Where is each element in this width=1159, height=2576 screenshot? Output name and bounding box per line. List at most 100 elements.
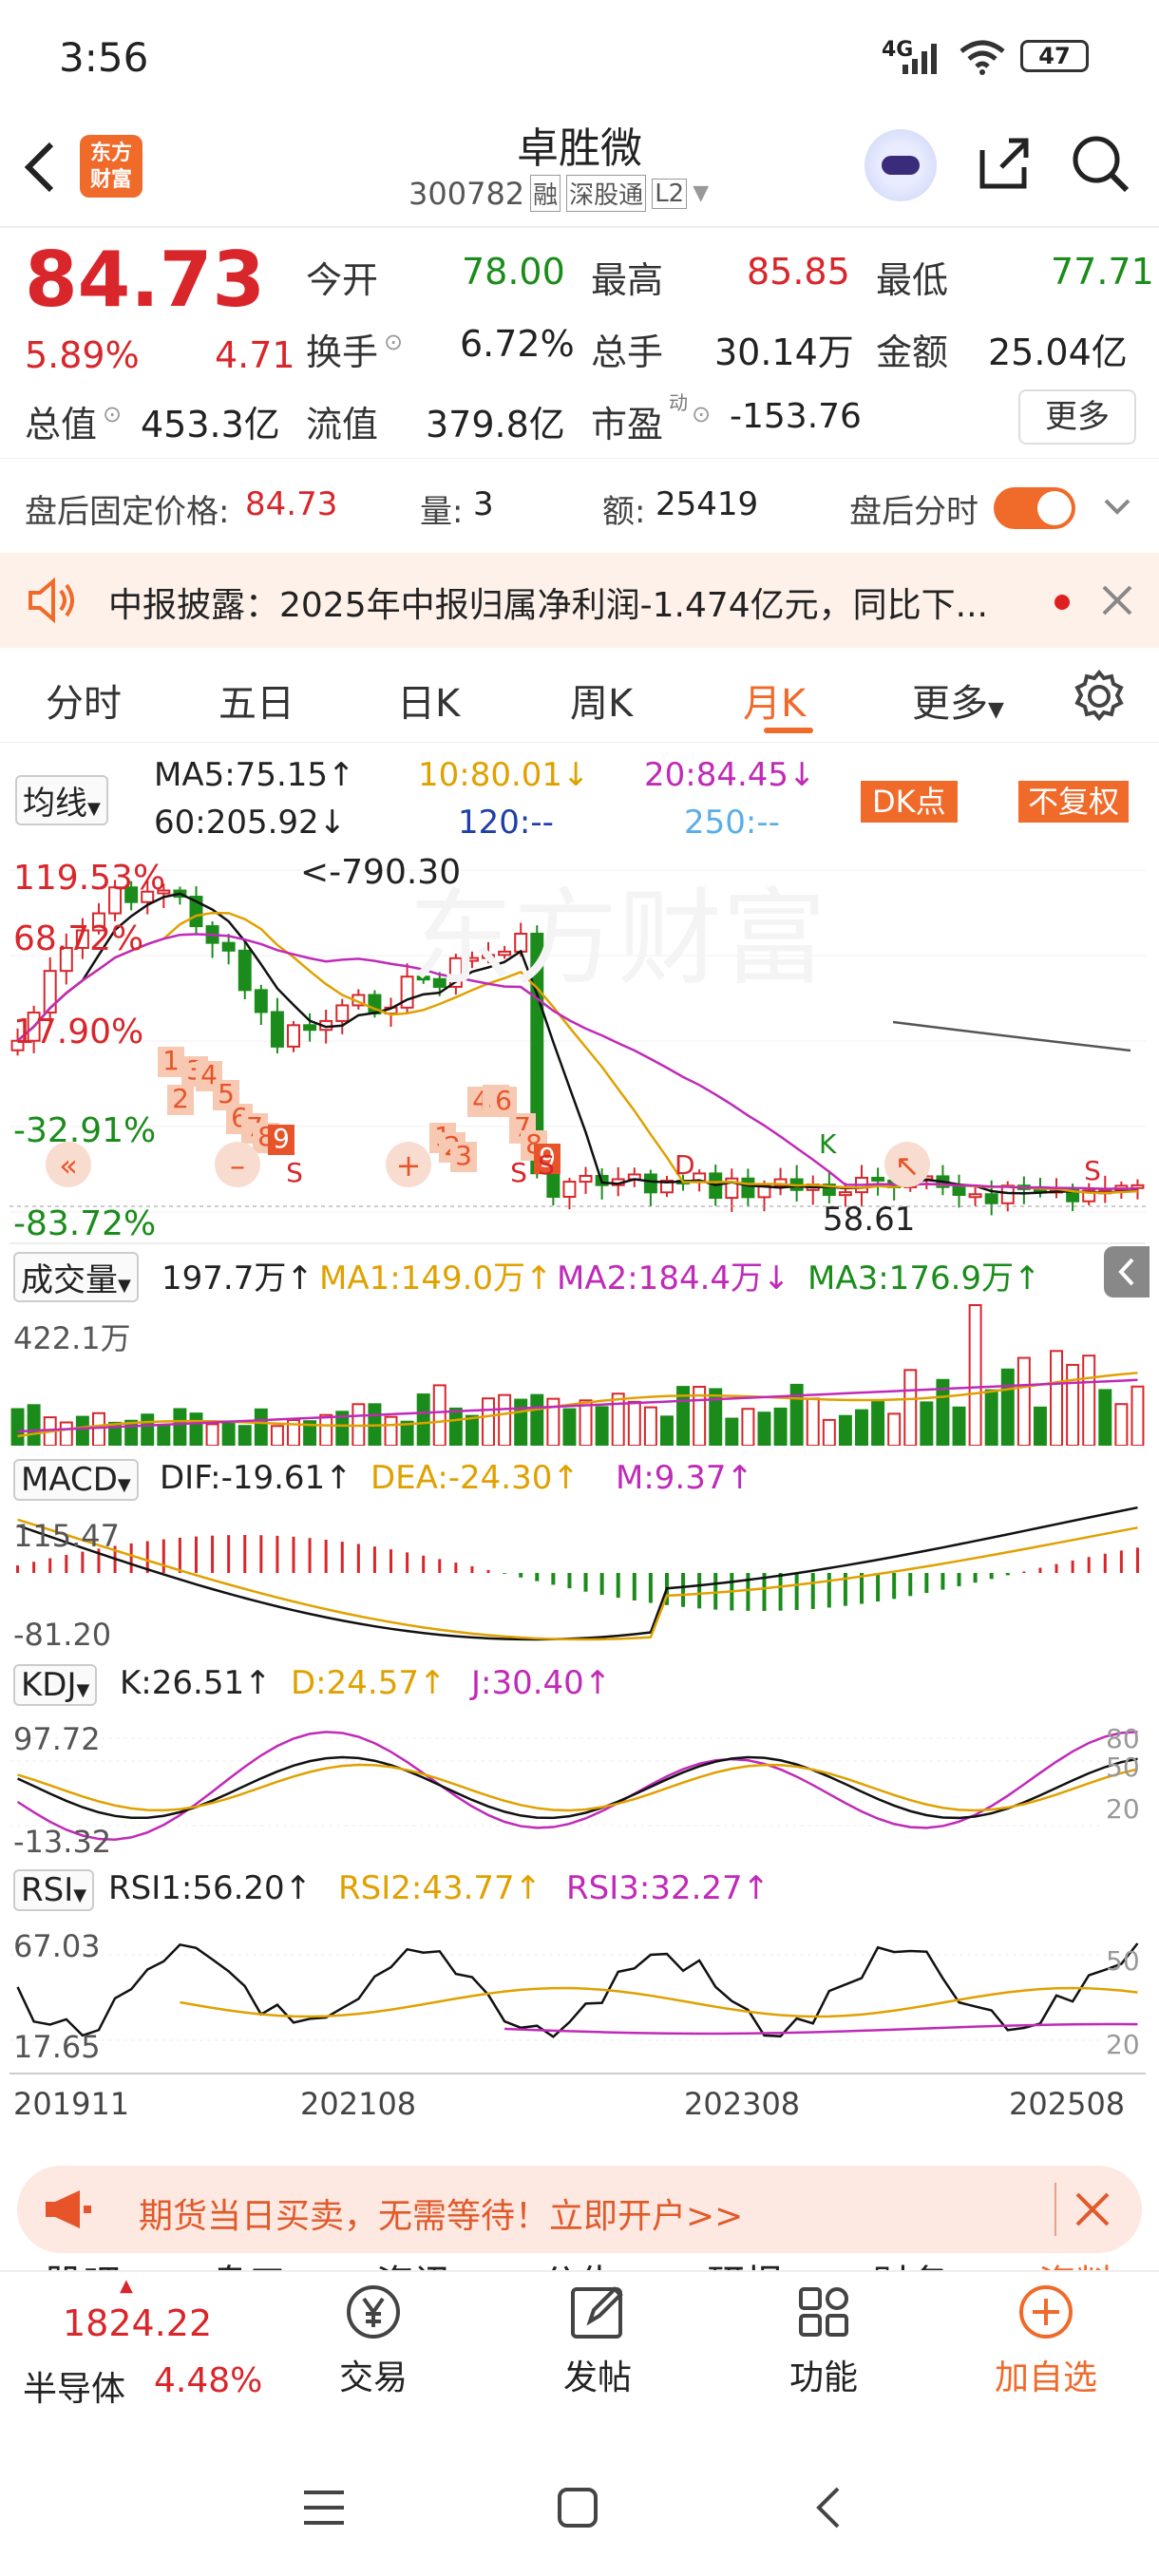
- ah-price: 84.73: [245, 485, 338, 523]
- after-hours-toggle[interactable]: [994, 487, 1075, 529]
- add-watchlist-button[interactable]: 加自选: [984, 2272, 1108, 2443]
- volume-bar: [448, 1407, 463, 1446]
- macd-selector[interactable]: MACD▼: [13, 1459, 139, 1501]
- rsi-bottom-label: 17.65: [13, 2029, 101, 2065]
- change-value: 4.71: [215, 334, 295, 376]
- chevron-down-icon[interactable]: ▼: [693, 181, 709, 205]
- info-icon[interactable]: ⊙: [692, 401, 711, 427]
- menu-icon[interactable]: [302, 2489, 346, 2530]
- sector-index[interactable]: ▲ 1824.22 半导体 4.48%: [0, 2272, 276, 2443]
- search-icon[interactable]: [1070, 133, 1130, 198]
- info-icon[interactable]: ⊙: [384, 329, 403, 355]
- volume-bar: [384, 1415, 398, 1446]
- back-nav-icon[interactable]: [813, 2485, 842, 2534]
- margin-tag: 融: [530, 175, 561, 212]
- volume-bar: [1114, 1403, 1129, 1446]
- sector-index-value: 1824.22: [63, 2302, 213, 2344]
- volume-bar: [1098, 1389, 1112, 1446]
- tab-five-day[interactable]: 五日: [218, 672, 294, 728]
- kdj-20-label: 20: [1106, 1793, 1140, 1825]
- tab-more[interactable]: 更多▼: [912, 672, 1004, 728]
- volume-bar: [773, 1407, 788, 1446]
- battery-icon: 47: [1020, 40, 1089, 72]
- close-icon[interactable]: [1098, 581, 1136, 623]
- macd-selector-label: MACD: [21, 1461, 118, 1499]
- ah-amt: 25419: [656, 485, 759, 523]
- pe-value: -153.76: [730, 397, 862, 436]
- kdj-selector[interactable]: KDJ▼: [13, 1664, 98, 1706]
- l2-tag: L2: [652, 178, 688, 209]
- volume-bar: [984, 1389, 998, 1446]
- volume-bar: [482, 1397, 496, 1446]
- close-icon[interactable]: [1074, 2190, 1112, 2232]
- volume-selector[interactable]: 成交量▼: [13, 1252, 139, 1302]
- dif-line: [17, 1506, 1138, 1641]
- settings-gear-icon[interactable]: [1072, 669, 1127, 728]
- vol-ma1: MA1:149.0万↑: [319, 1260, 553, 1297]
- announcement-bar[interactable]: 中报披露：2025年中报归属净利润-1.474亿元，同比下...: [0, 553, 1159, 648]
- kline-candle: [335, 1004, 350, 1022]
- chart-tabs: 分时 五日 日K 周K 月K 更多▼: [0, 648, 1159, 743]
- ad-banner[interactable]: 期货当日买卖，无需等待！立即开户>>: [17, 2166, 1142, 2253]
- function-button[interactable]: 功能: [771, 2272, 876, 2443]
- dk-point-button[interactable]: DK点: [861, 781, 958, 823]
- macd-chart[interactable]: [10, 1506, 1146, 1658]
- post-button[interactable]: 发帖: [545, 2272, 650, 2443]
- ad-text: 期货当日买卖，无需等待！立即开户>>: [139, 2197, 744, 2236]
- volume-bar: [173, 1408, 187, 1446]
- tab-weekly[interactable]: 周K: [570, 672, 633, 728]
- volume-value: 30.14万: [714, 331, 854, 373]
- volume-bar: [59, 1421, 73, 1446]
- adjust-button[interactable]: 不复权: [1018, 781, 1130, 823]
- signal-marker: 9: [273, 1123, 290, 1154]
- rsi-selector[interactable]: RSI▼: [13, 1869, 95, 1911]
- x-label-4: 202508: [1009, 2086, 1126, 2122]
- rsi3-value: RSI3:32.27↑: [566, 1869, 770, 1907]
- rsi-chart[interactable]: [10, 1917, 1146, 2069]
- open-label: 今开: [306, 259, 379, 301]
- y-label-3: 17.90%: [13, 1013, 144, 1051]
- ah-price-label: 盘后固定价格:: [25, 493, 230, 531]
- tab-monthly[interactable]: 月K: [743, 672, 806, 728]
- kline-candle: [871, 1176, 885, 1182]
- caret-up-icon: ▲: [120, 2276, 133, 2296]
- ma-selector[interactable]: 均线▼: [15, 775, 108, 825]
- kdj-chart[interactable]: [10, 1712, 1146, 1864]
- stock-code-row: 300782 融 深股通 L2 ▼: [408, 175, 709, 212]
- signal-marker: 2: [172, 1083, 189, 1114]
- watermark: 东方财富: [408, 878, 826, 999]
- chevron-down-icon[interactable]: [1100, 489, 1134, 527]
- min-price-label: 58.61: [823, 1201, 916, 1239]
- chart-control-icon: –: [230, 1147, 245, 1184]
- volume-bar: [789, 1383, 804, 1446]
- pe-label: 市盈: [591, 404, 664, 445]
- volume-bar: [952, 1406, 966, 1446]
- volume-chart[interactable]: [10, 1303, 1146, 1446]
- collapse-panel-button[interactable]: [1104, 1246, 1150, 1297]
- share-icon[interactable]: [973, 133, 1034, 198]
- apps-icon: [799, 2287, 848, 2337]
- tab-intraday[interactable]: 分时: [46, 672, 122, 728]
- volume-bar: [254, 1408, 268, 1446]
- trade-button[interactable]: 交易: [321, 2272, 426, 2443]
- ma10-value: 10:80.01↓: [418, 756, 590, 794]
- info-icon[interactable]: ⊙: [103, 401, 122, 427]
- speaker-icon: [25, 576, 78, 629]
- y-label-1: 119.53%: [13, 859, 166, 898]
- tab-daily[interactable]: 日K: [397, 672, 460, 728]
- more-button[interactable]: 更多: [1018, 389, 1136, 445]
- mcap-value: 453.3亿: [141, 404, 280, 445]
- volume-bar: [822, 1418, 836, 1446]
- home-icon[interactable]: [557, 2487, 598, 2532]
- y-label-2: 68.72%: [13, 919, 144, 958]
- d-line: [17, 1763, 1138, 1812]
- float-value: 379.8亿: [426, 404, 565, 445]
- divider: [1054, 2183, 1056, 2236]
- assistant-avatar[interactable]: [864, 129, 937, 201]
- tab-more-label: 更多: [912, 682, 988, 726]
- plus-circle-icon: [1019, 2285, 1073, 2339]
- signal-icon: [901, 42, 942, 80]
- kline-chart[interactable]: 123456789123456789SSSSS«–+↖DK东方财富: [10, 851, 1146, 1231]
- volume-bar: [205, 1423, 219, 1446]
- rsi-20-label: 20: [1106, 2029, 1140, 2060]
